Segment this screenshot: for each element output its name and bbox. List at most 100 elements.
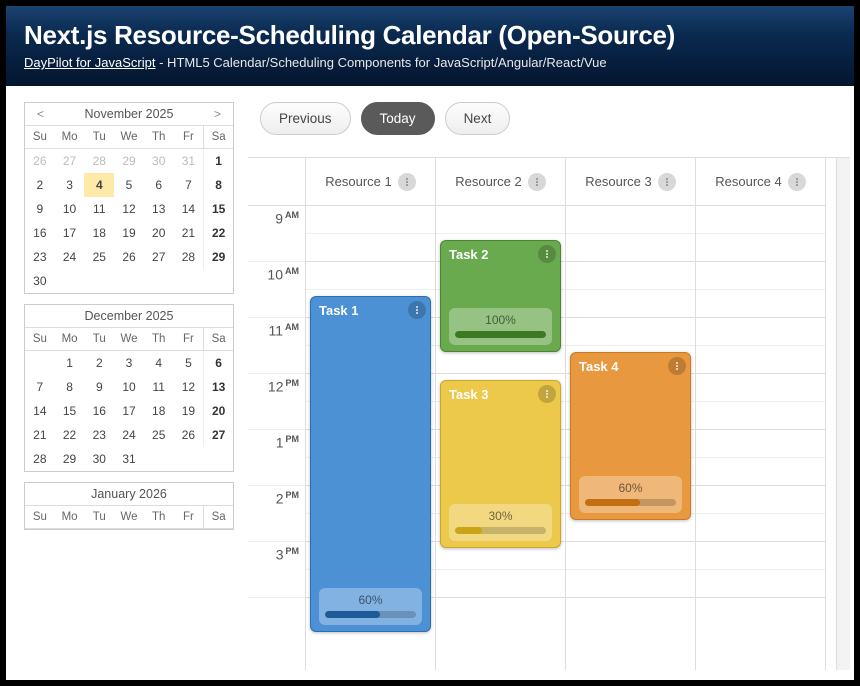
calendar-day[interactable]: 9 <box>84 375 114 399</box>
event[interactable]: Task 160% <box>310 296 431 632</box>
schedule-cell[interactable] <box>566 262 695 290</box>
schedule-cell[interactable] <box>566 206 695 234</box>
schedule-cell[interactable] <box>566 234 695 262</box>
schedule-cell[interactable] <box>696 542 825 570</box>
schedule-cell[interactable] <box>696 514 825 542</box>
today-button[interactable]: Today <box>361 102 435 135</box>
schedule-cell[interactable] <box>696 234 825 262</box>
calendar-day[interactable]: 22 <box>55 423 85 447</box>
calendar-day[interactable]: 1 <box>203 149 233 173</box>
next-month-icon[interactable]: > <box>208 107 227 121</box>
calendar-day[interactable]: 2 <box>25 173 55 197</box>
event-menu-icon[interactable] <box>538 385 556 403</box>
calendar-day[interactable]: 16 <box>25 221 55 245</box>
calendar-day[interactable]: 3 <box>114 351 144 375</box>
schedule-cell[interactable] <box>566 318 695 346</box>
schedule-cell[interactable] <box>306 206 435 234</box>
schedule-cell[interactable] <box>696 318 825 346</box>
calendar-day[interactable]: 29 <box>203 245 233 269</box>
calendar-day[interactable]: 1 <box>55 351 85 375</box>
calendar-day[interactable]: 28 <box>25 447 55 471</box>
schedule-cell[interactable] <box>696 458 825 486</box>
schedule-cell[interactable] <box>436 206 565 234</box>
calendar-day[interactable]: 4 <box>84 173 114 197</box>
calendar-day[interactable]: 6 <box>203 351 233 375</box>
event-menu-icon[interactable] <box>538 245 556 263</box>
event[interactable]: Task 460% <box>570 352 691 520</box>
calendar-day[interactable]: 27 <box>144 245 174 269</box>
event-menu-icon[interactable] <box>668 357 686 375</box>
calendar-day[interactable]: 2 <box>84 351 114 375</box>
calendar-day[interactable]: 5 <box>174 351 204 375</box>
calendar-day[interactable]: 30 <box>25 269 55 293</box>
schedule-cell[interactable] <box>696 262 825 290</box>
calendar-day[interactable]: 27 <box>55 149 85 173</box>
calendar-day[interactable]: 20 <box>144 221 174 245</box>
calendar-day[interactable]: 4 <box>144 351 174 375</box>
calendar-day[interactable]: 15 <box>203 197 233 221</box>
event[interactable]: Task 330% <box>440 380 561 548</box>
calendar-day[interactable]: 16 <box>84 399 114 423</box>
calendar-day[interactable]: 18 <box>144 399 174 423</box>
calendar-day[interactable]: 17 <box>114 399 144 423</box>
calendar-day[interactable]: 22 <box>203 221 233 245</box>
schedule-cell[interactable] <box>696 430 825 458</box>
calendar-day[interactable]: 11 <box>144 375 174 399</box>
calendar-day[interactable]: 13 <box>203 375 233 399</box>
schedule-cell[interactable] <box>566 570 695 598</box>
previous-button[interactable]: Previous <box>260 102 351 135</box>
calendar-day[interactable]: 30 <box>144 149 174 173</box>
schedule-cell[interactable] <box>306 234 435 262</box>
resource-menu-icon[interactable] <box>528 173 546 191</box>
calendar-day[interactable]: 15 <box>55 399 85 423</box>
calendar-day[interactable]: 23 <box>84 423 114 447</box>
schedule-cell[interactable] <box>696 374 825 402</box>
schedule-cell[interactable] <box>436 570 565 598</box>
calendar-day[interactable]: 18 <box>84 221 114 245</box>
schedule-cell[interactable] <box>566 290 695 318</box>
calendar-day[interactable]: 31 <box>174 149 204 173</box>
calendar-day[interactable]: 7 <box>25 375 55 399</box>
calendar-day[interactable]: 26 <box>174 423 204 447</box>
calendar-day[interactable]: 14 <box>25 399 55 423</box>
event[interactable]: Task 2100% <box>440 240 561 352</box>
calendar-day[interactable]: 24 <box>114 423 144 447</box>
calendar-day[interactable]: 19 <box>174 399 204 423</box>
calendar-day[interactable]: 14 <box>174 197 204 221</box>
calendar-day[interactable]: 30 <box>84 447 114 471</box>
schedule-cell[interactable] <box>306 262 435 290</box>
calendar-day[interactable]: 23 <box>25 245 55 269</box>
schedule-cell[interactable] <box>566 542 695 570</box>
calendar-day[interactable]: 3 <box>55 173 85 197</box>
calendar-day[interactable]: 28 <box>84 149 114 173</box>
calendar-day[interactable]: 31 <box>114 447 144 471</box>
event-menu-icon[interactable] <box>408 301 426 319</box>
calendar-day[interactable]: 11 <box>84 197 114 221</box>
schedule-cell[interactable] <box>696 402 825 430</box>
calendar-day[interactable]: 17 <box>55 221 85 245</box>
calendar-day[interactable]: 8 <box>55 375 85 399</box>
calendar-day[interactable]: 25 <box>144 423 174 447</box>
calendar-day[interactable]: 26 <box>114 245 144 269</box>
calendar-day[interactable]: 21 <box>174 221 204 245</box>
calendar-day[interactable]: 6 <box>144 173 174 197</box>
calendar-day[interactable]: 24 <box>55 245 85 269</box>
prev-month-icon[interactable]: < <box>31 107 50 121</box>
calendar-day[interactable]: 7 <box>174 173 204 197</box>
calendar-day[interactable]: 10 <box>114 375 144 399</box>
calendar-day[interactable]: 12 <box>114 197 144 221</box>
calendar-day[interactable]: 25 <box>84 245 114 269</box>
calendar-day[interactable]: 13 <box>144 197 174 221</box>
calendar-day[interactable]: 9 <box>25 197 55 221</box>
calendar-day[interactable]: 10 <box>55 197 85 221</box>
schedule-cell[interactable] <box>696 206 825 234</box>
calendar-day[interactable]: 26 <box>25 149 55 173</box>
calendar-day[interactable]: 28 <box>174 245 204 269</box>
schedule-cell[interactable] <box>696 346 825 374</box>
calendar-day[interactable]: 29 <box>55 447 85 471</box>
daypilot-link[interactable]: DayPilot for JavaScript <box>24 55 156 70</box>
schedule-cell[interactable] <box>696 290 825 318</box>
resource-menu-icon[interactable] <box>788 173 806 191</box>
scrollbar[interactable] <box>836 158 850 670</box>
calendar-day[interactable]: 27 <box>203 423 233 447</box>
